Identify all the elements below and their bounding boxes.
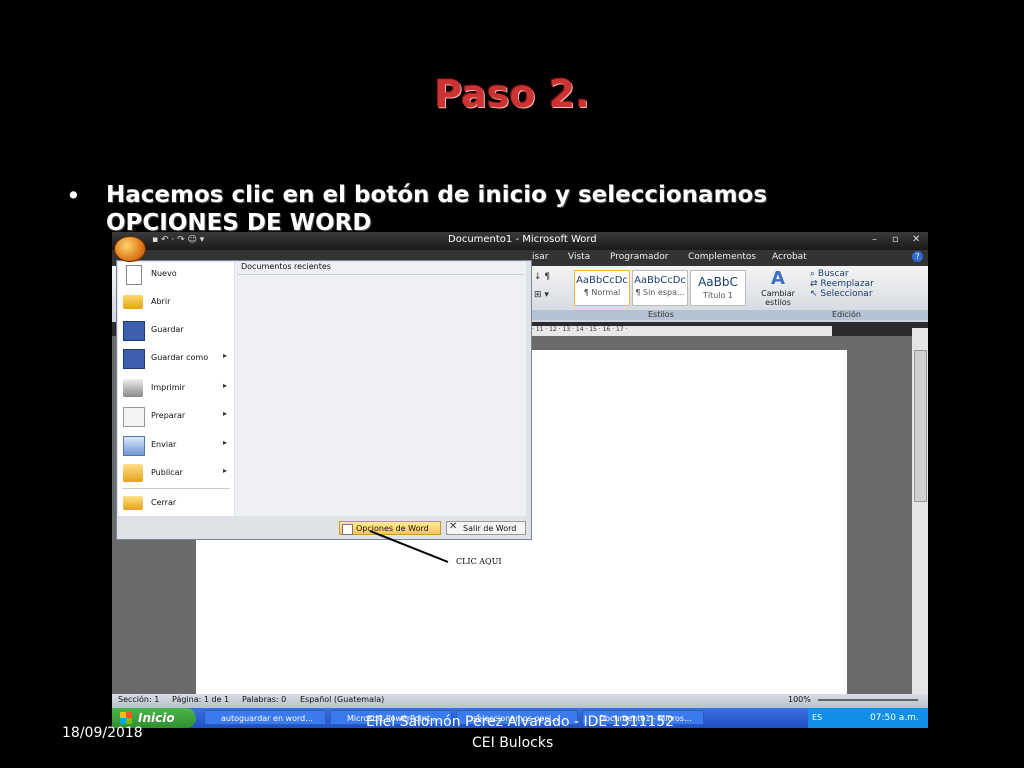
footer-date: 18/09/2018 (62, 725, 143, 741)
footer-author: Eliel Salomón Pérez Alvarado - IDE 13111… (366, 714, 675, 730)
annotation-line (369, 530, 449, 563)
annotation-label: CLIC AQUI (456, 557, 502, 566)
footer-org: CEI Bulocks (472, 735, 554, 751)
annotation-arrow (369, 530, 449, 563)
